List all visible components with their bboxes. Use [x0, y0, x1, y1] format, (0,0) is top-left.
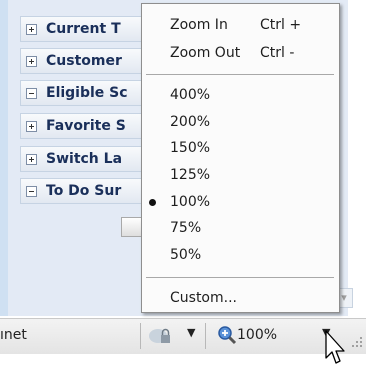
menu-item-zoom-400[interactable]: 400%	[142, 84, 339, 106]
menu-item-label: Zoom In	[170, 17, 228, 33]
expand-icon[interactable]	[26, 120, 37, 132]
menu-item-zoom-200[interactable]: 200%	[142, 111, 339, 133]
sidebar-item-label: Customer	[46, 53, 122, 69]
sidebar-item-label: Current T	[46, 21, 121, 37]
selected-bullet-icon	[149, 199, 156, 206]
left-border	[0, 0, 8, 316]
zone-text: ınet	[0, 327, 27, 343]
sidebar-item-label: Eligible Sc	[46, 85, 128, 101]
menu-item-zoom-out[interactable]: Zoom Out Ctrl -	[142, 42, 339, 64]
security-lock-icon[interactable]	[148, 327, 174, 345]
expand-icon[interactable]	[26, 23, 37, 35]
menu-item-label: 150%	[170, 140, 211, 156]
separator	[205, 323, 206, 349]
menu-item-label: 125%	[170, 167, 211, 183]
menu-separator	[146, 277, 334, 278]
menu-item-zoom-in[interactable]: Zoom In Ctrl +	[142, 14, 339, 36]
collapse-icon[interactable]	[26, 185, 37, 197]
menu-item-zoom-75[interactable]: 75%	[142, 217, 339, 239]
zoom-magnifier-icon[interactable]	[217, 325, 237, 345]
expand-icon[interactable]	[26, 55, 37, 67]
expand-icon[interactable]	[26, 153, 37, 165]
menu-item-label: 200%	[170, 114, 211, 130]
menu-item-label: 100%	[170, 194, 211, 210]
menu-separator	[146, 74, 334, 75]
menu-item-label: Zoom Out	[170, 45, 241, 61]
menu-item-label: 400%	[170, 87, 211, 103]
menu-item-shortcut: Ctrl -	[260, 45, 295, 61]
status-bar: ınet ▼ 100% ▼	[0, 318, 366, 354]
separator	[140, 323, 141, 349]
menu-item-custom[interactable]: Custom...	[142, 287, 339, 309]
menu-item-label: 50%	[170, 247, 202, 263]
resize-grip-icon[interactable]	[350, 335, 364, 349]
collapse-icon[interactable]	[26, 87, 37, 99]
menu-item-shortcut: Ctrl +	[260, 17, 302, 33]
security-dropdown-icon[interactable]: ▼	[187, 326, 195, 339]
zoom-context-menu: Zoom In Ctrl + Zoom Out Ctrl - 400% 200%…	[141, 3, 340, 313]
menu-item-label: 75%	[170, 220, 202, 236]
mouse-cursor-icon	[325, 330, 345, 364]
menu-item-zoom-125[interactable]: 125%	[142, 164, 339, 186]
sidebar-item-label: Switch La	[46, 151, 123, 167]
menu-item-zoom-150[interactable]: 150%	[142, 137, 339, 159]
zoom-level[interactable]: 100%	[237, 327, 277, 343]
menu-item-label: Custom...	[170, 290, 237, 306]
sidebar-item-label: Favorite S	[46, 118, 126, 134]
menu-item-zoom-50[interactable]: 50%	[142, 244, 339, 266]
sidebar-item-label: To Do Sur	[46, 183, 122, 199]
menu-item-zoom-100[interactable]: 100%	[142, 191, 339, 213]
